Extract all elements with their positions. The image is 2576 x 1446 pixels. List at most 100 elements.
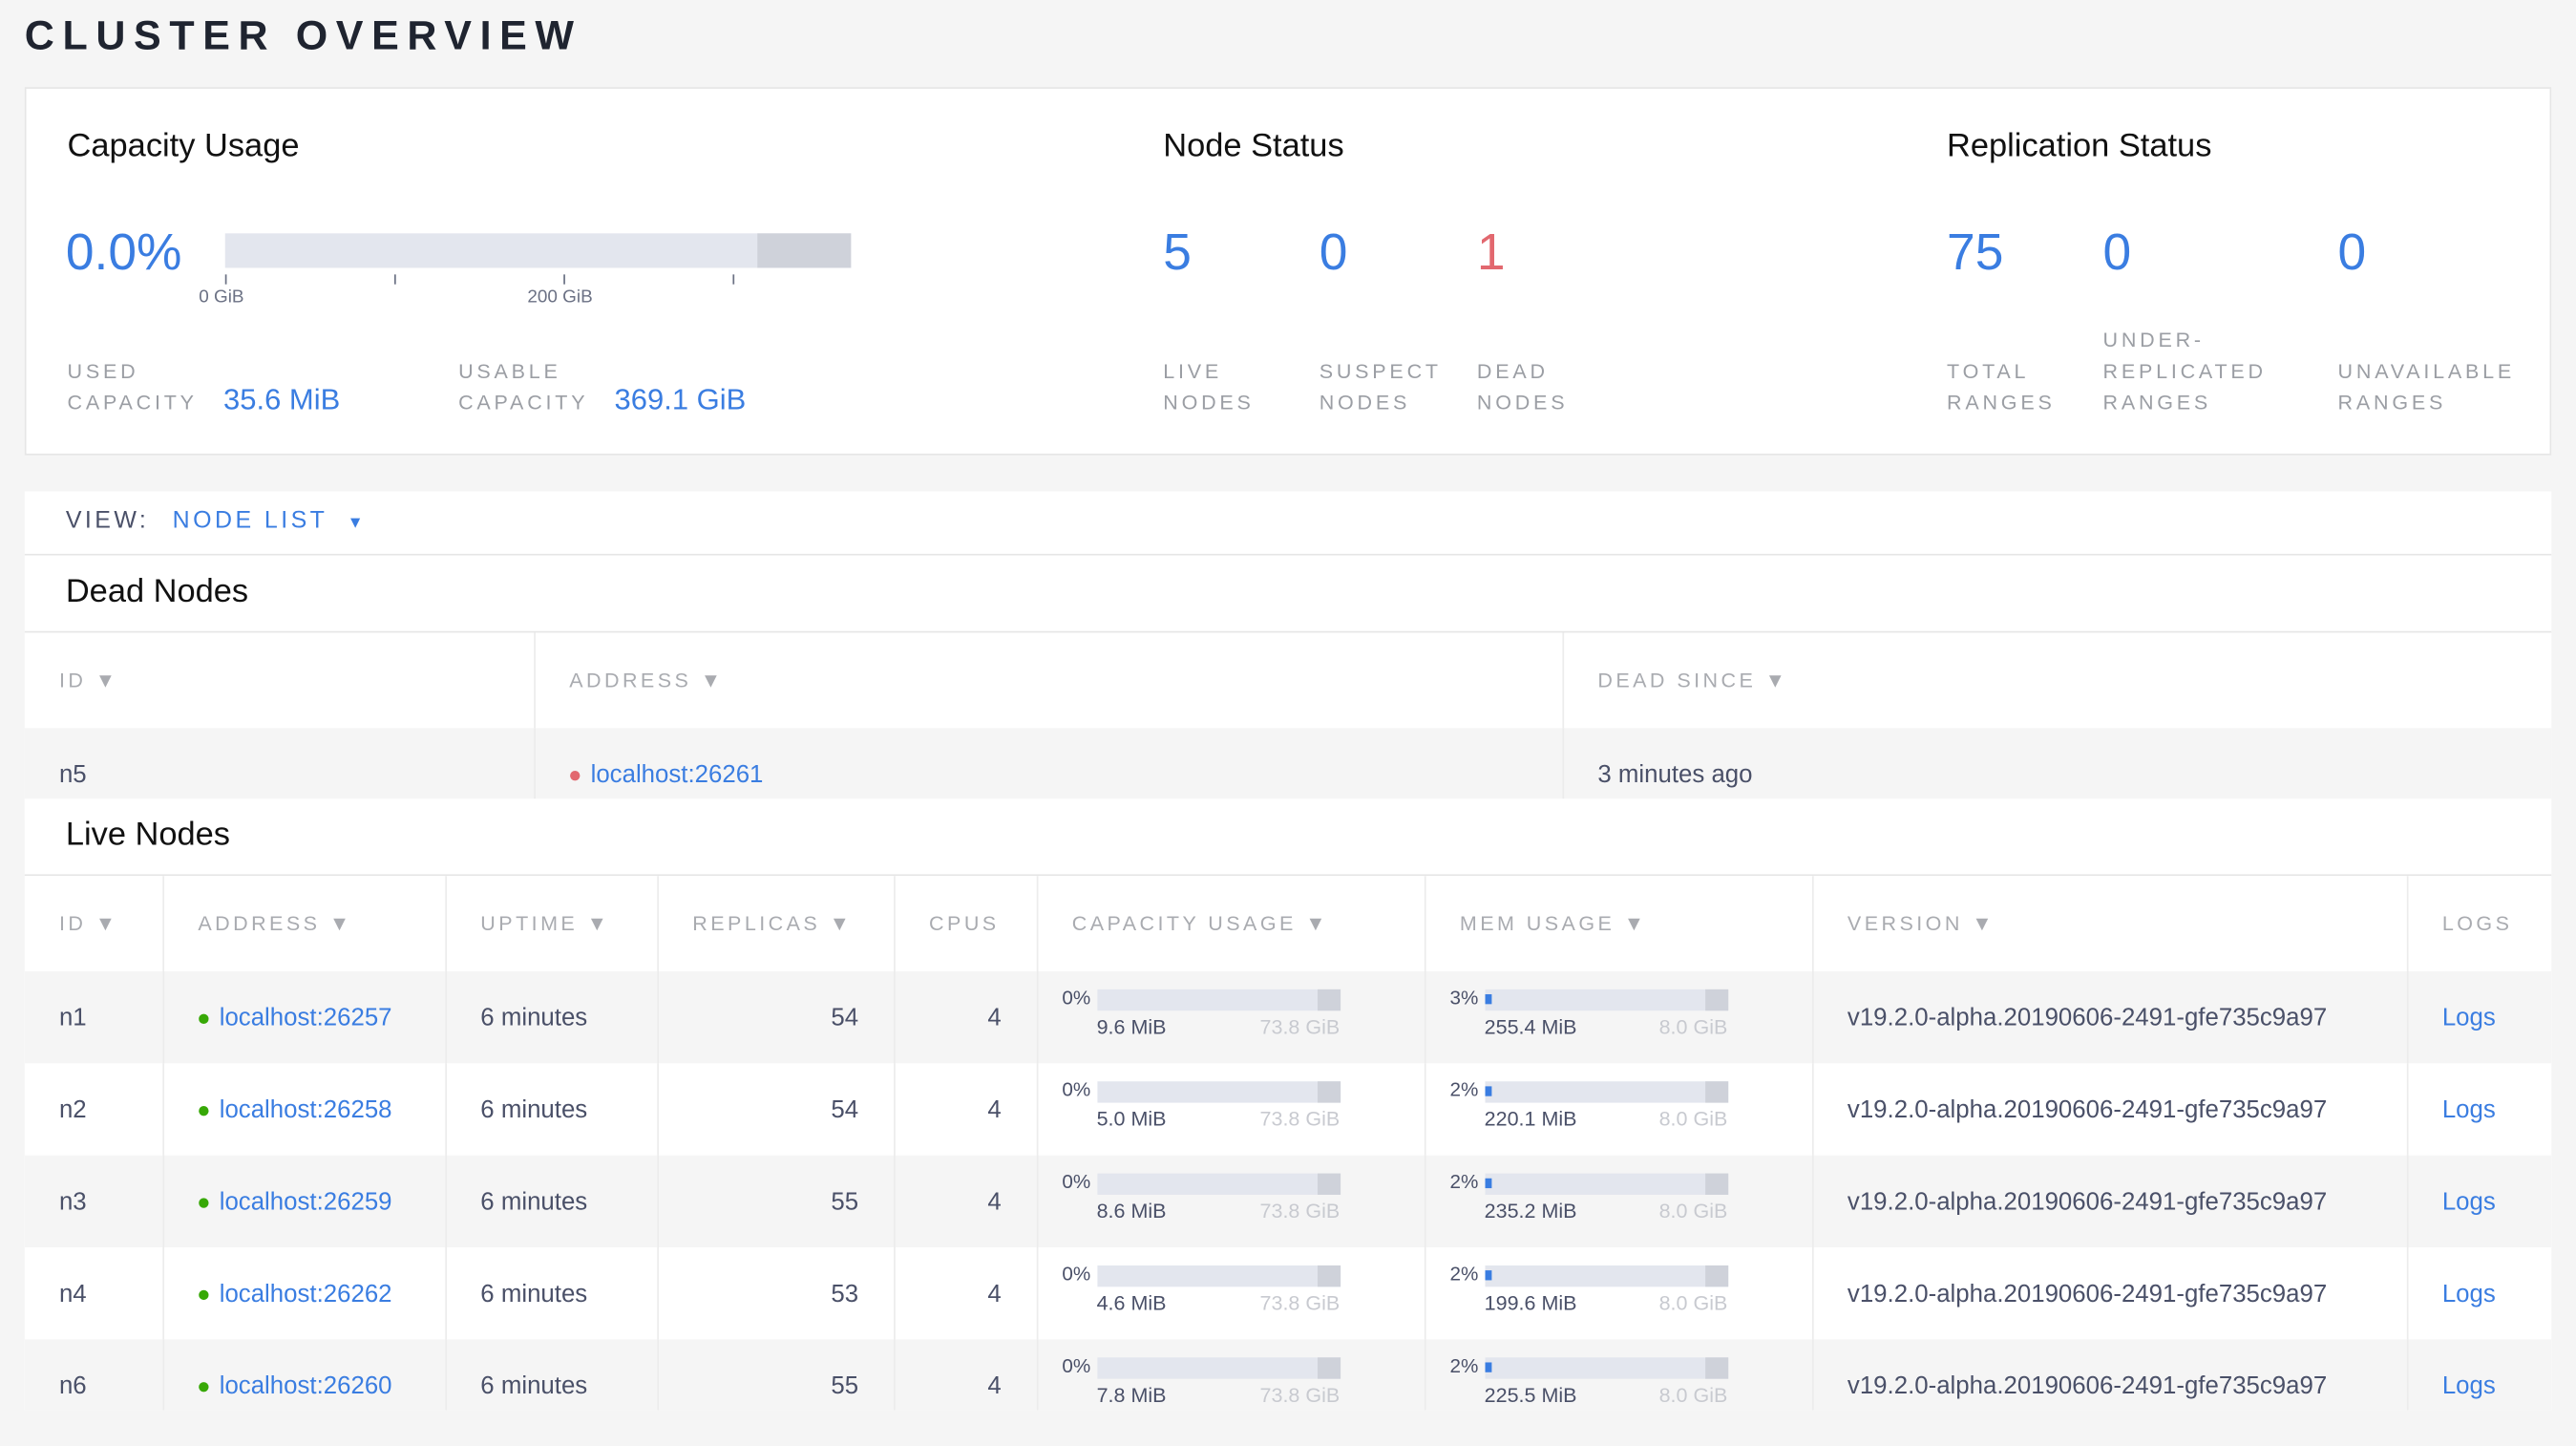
bar-fill	[1484, 994, 1491, 1005]
range-count: 75	[1947, 223, 2004, 282]
column-header[interactable]: ADDRESS ▼	[162, 876, 447, 971]
label-line: RANGES	[2102, 391, 2212, 415]
usable-capacity-label: USABLE CAPACITY	[458, 356, 588, 418]
axis-tick	[393, 274, 396, 285]
node-address-link[interactable]: localhost:26262	[220, 1280, 392, 1308]
page-title: CLUSTER OVERVIEW	[24, 12, 582, 59]
view-dropdown-value: NODE LIST	[172, 507, 327, 535]
usable-capacity-value: 369.1 GiB	[614, 382, 747, 416]
view-dropdown[interactable]: NODE LIST ▼	[173, 508, 367, 535]
column-header[interactable]: CPUS	[894, 876, 1038, 971]
cap-bar	[1096, 1357, 1341, 1379]
cap-percent: 0%	[1062, 986, 1091, 1010]
tick-label: 0 GiB	[199, 287, 244, 308]
bar-fill	[1484, 1270, 1491, 1281]
label-line: UNDER-	[2102, 329, 2205, 352]
cap-total: 73.8 GiB	[1259, 1291, 1341, 1315]
cluster-summary: Capacity Usage 0.0% 0 GiB 200 GiB USED CA…	[24, 87, 2552, 456]
bar-reserved	[1317, 1357, 1341, 1379]
column-header[interactable]: UPTIME ▼	[445, 876, 659, 971]
version: v19.2.0-alpha.20190606-2491-gfe735c9a97	[1811, 1339, 2408, 1411]
node-address-link[interactable]: localhost:26260	[220, 1372, 392, 1399]
node-id: n2	[24, 1063, 164, 1156]
mem-percent: 2%	[1449, 1170, 1479, 1194]
label-line: USABLE	[458, 359, 561, 383]
label-line: LIVE	[1163, 359, 1223, 383]
live-nodes-title: Live Nodes	[65, 817, 231, 854]
bar-fill	[1484, 1362, 1491, 1372]
node-address-cell: localhost:26257	[162, 970, 447, 1064]
replicas: 55	[657, 1155, 895, 1248]
label-line: RANGES	[2337, 391, 2447, 415]
uptime: 6 minutes	[445, 1339, 659, 1411]
node-id: n3	[24, 1155, 164, 1248]
column-header[interactable]: CAPACITY USAGE ▼	[1036, 876, 1425, 971]
node-address-link[interactable]: localhost:26258	[220, 1095, 392, 1123]
logs-link[interactable]: Logs	[2406, 1339, 2552, 1411]
mem-usage-meter: 2% 199.6 MiB 8.0 GiB	[1425, 1247, 1811, 1339]
capacity-bar	[224, 233, 852, 268]
uptime: 6 minutes	[445, 1063, 659, 1156]
column-header[interactable]: LOGS	[2407, 876, 2551, 971]
column-header[interactable]: ID ▼	[24, 876, 164, 971]
mem-percent: 3%	[1449, 986, 1479, 1010]
logs-link[interactable]: Logs	[2406, 1155, 2552, 1248]
cap-percent: 0%	[1062, 1170, 1091, 1194]
mem-usage-cell: 2% 225.5 MiB 8.0 GiB	[1424, 1339, 1813, 1411]
cpus: 4	[894, 1339, 1038, 1411]
node-address-link[interactable]: localhost:26257	[220, 1003, 392, 1031]
label-line: DEAD	[1476, 359, 1549, 383]
table-row: n2 localhost:26258 6 minutes 54 4 0% 5.0 MiB 73…	[24, 1063, 2551, 1156]
node-address-cell: localhost:26260	[162, 1339, 447, 1411]
logs-link[interactable]: Logs	[2407, 1247, 2551, 1339]
bar-reserved	[1317, 1265, 1341, 1287]
label-line: CAPACITY	[67, 391, 198, 415]
mem-percent: 2%	[1449, 1262, 1479, 1286]
cap-percent: 0%	[1062, 1262, 1091, 1286]
column-header[interactable]: ADDRESS ▼	[534, 632, 1564, 729]
table-row: n6 localhost:26260 6 minutes 55 4 0% 7.8 MiB 73…	[24, 1339, 2552, 1411]
logs-link[interactable]: Logs	[2406, 970, 2552, 1064]
node-address-link[interactable]: localhost:26259	[220, 1187, 392, 1215]
column-header[interactable]: MEM USAGE ▼	[1424, 876, 1813, 971]
cap-usage-cell: 0% 5.0 MiB 73.8 GiB	[1036, 1063, 1425, 1156]
label-line: REPLICATED	[2102, 359, 2267, 383]
bar-reserved	[1704, 1265, 1728, 1287]
node-count: 1	[1476, 223, 1506, 282]
mem-bar	[1484, 1173, 1728, 1195]
used-capacity-value: 35.6 MiB	[223, 382, 341, 416]
bar-reserved	[1704, 1357, 1728, 1379]
logs-link[interactable]: Logs	[2407, 1063, 2551, 1155]
cap-usage-meter: 0% 8.6 MiB 73.8 GiB	[1038, 1156, 1424, 1247]
dead-nodes-title: Dead Nodes	[65, 573, 249, 610]
node-count: 0	[1319, 223, 1348, 282]
label-line	[2338, 326, 2516, 357]
live-status-dot-icon	[198, 1012, 208, 1024]
node-count-label: SUSPECT NODES	[1320, 356, 1442, 418]
cap-total: 73.8 GiB	[1259, 1200, 1341, 1223]
column-header[interactable]: REPLICAS ▼	[657, 876, 895, 971]
column-header[interactable]: DEAD SINCE ▼	[1562, 632, 2551, 728]
version: v19.2.0-alpha.20190606-2491-gfe735c9a97	[1811, 1063, 2408, 1156]
node-address-cell: localhost:26262	[162, 1247, 447, 1340]
node-count-label: DEAD NODES	[1477, 356, 1568, 418]
label-line: CAPACITY	[458, 391, 589, 415]
node-count: 5	[1163, 223, 1192, 282]
column-header[interactable]: VERSION ▼	[1811, 876, 2408, 971]
label-line: USED	[67, 359, 139, 383]
bar-reserved	[1317, 989, 1341, 1011]
column-header[interactable]: ID ▼	[24, 632, 536, 729]
replicas: 54	[657, 1063, 895, 1156]
label-line: NODES	[1476, 391, 1569, 415]
tick-label: 200 GiB	[527, 287, 593, 308]
bar-reserved	[1704, 1081, 1728, 1103]
mem-bar	[1484, 989, 1728, 1011]
mem-total: 8.0 GiB	[1658, 1200, 1728, 1223]
cap-usage-meter: 0% 9.6 MiB 73.8 GiB	[1038, 971, 1424, 1063]
node-status-title: Node Status	[1163, 128, 1344, 165]
cpus: 4	[894, 970, 1038, 1064]
live-status-dot-icon	[198, 1197, 208, 1207]
node-address-link[interactable]: localhost:26261	[591, 760, 764, 788]
node-address-cell: localhost:26258	[162, 1063, 447, 1156]
cap-usage-cell: 0% 4.6 MiB 73.8 GiB	[1036, 1247, 1425, 1340]
